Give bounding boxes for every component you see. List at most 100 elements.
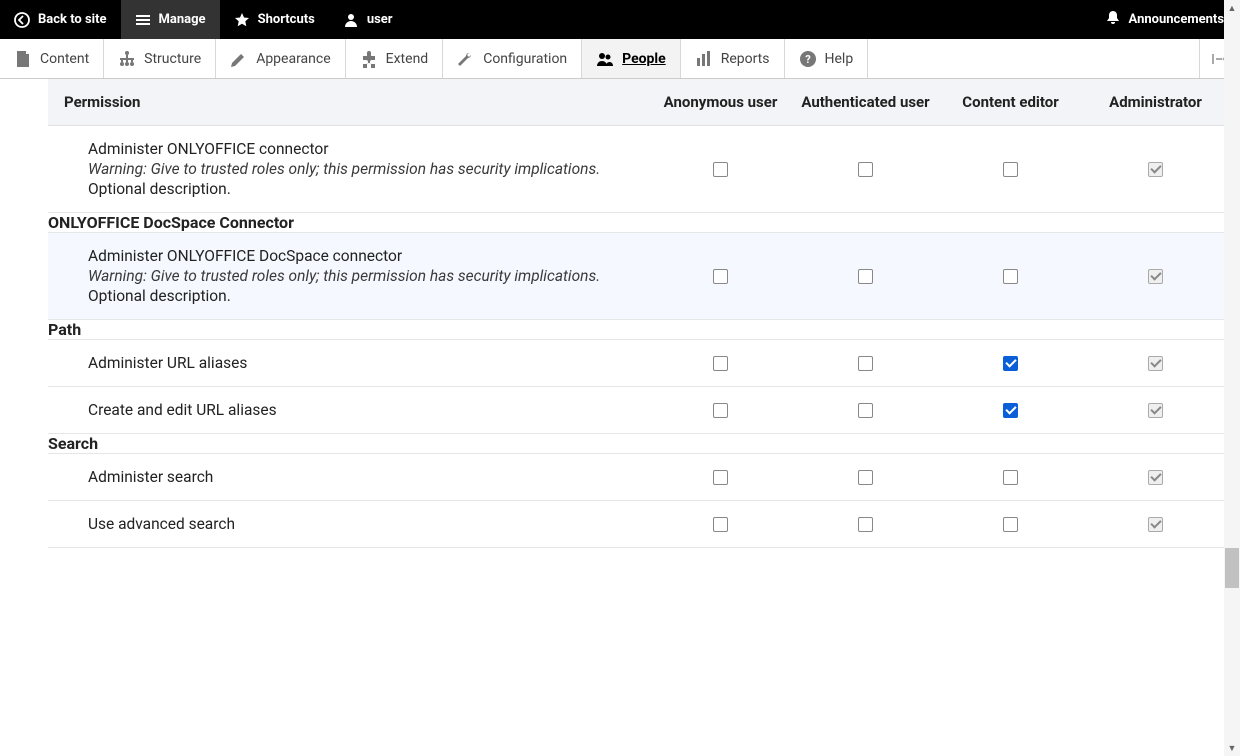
permission-title: Use advanced search [88, 515, 632, 533]
shortcuts-link[interactable]: Shortcuts [220, 0, 329, 39]
permission-checkbox[interactable] [858, 162, 873, 177]
menu-people-label: People [622, 51, 666, 67]
permission-checkbox[interactable] [713, 517, 728, 532]
permission-row: Administer URL aliases [48, 340, 1228, 387]
checkbox-cell [938, 126, 1083, 213]
permission-checkbox [1148, 517, 1163, 532]
permission-description: Optional description. [88, 180, 632, 198]
permission-checkbox[interactable] [858, 470, 873, 485]
permission-title: Create and edit URL aliases [88, 401, 632, 419]
group-title: Path [48, 320, 1228, 340]
permission-row: Administer ONLYOFFICE connectorWarning: … [48, 126, 1228, 213]
th-permission: Permission [48, 79, 648, 126]
permission-group-row: Search [48, 434, 1228, 454]
permission-checkbox [1148, 470, 1163, 485]
people-icon [596, 50, 614, 68]
permissions-table: Permission Anonymous user Authenticated … [48, 79, 1228, 548]
checkbox-cell [1083, 454, 1228, 501]
checkbox-cell [938, 387, 1083, 434]
checkbox-cell [648, 387, 793, 434]
top-toolbar: Back to site Manage Shortcuts user Annou… [0, 0, 1240, 39]
checkbox-cell [938, 340, 1083, 387]
permission-checkbox[interactable] [713, 470, 728, 485]
configuration-icon [457, 50, 475, 68]
menu-reports-label: Reports [721, 51, 770, 67]
permission-description: Optional description. [88, 287, 632, 305]
menu-reports[interactable]: Reports [681, 39, 785, 78]
menu-appearance[interactable]: Appearance [216, 39, 345, 78]
scroll-down-arrow-icon[interactable]: ▼ [1224, 740, 1240, 756]
checkbox-cell [1083, 387, 1228, 434]
permission-checkbox[interactable] [858, 403, 873, 418]
reports-icon [695, 50, 713, 68]
permission-checkbox[interactable] [858, 517, 873, 532]
permission-checkbox[interactable] [858, 269, 873, 284]
scrollbar-thumb[interactable] [1225, 548, 1239, 588]
permission-checkbox [1148, 356, 1163, 371]
permission-row: Create and edit URL aliases [48, 387, 1228, 434]
permission-row: Administer ONLYOFFICE DocSpace connector… [48, 233, 1228, 320]
menu-people[interactable]: People [582, 39, 681, 78]
permission-checkbox[interactable] [1003, 470, 1018, 485]
permission-title: Administer URL aliases [88, 354, 632, 372]
admin-menu: Content Structure Appearance Extend Conf… [0, 39, 1240, 79]
menu-configuration[interactable]: Configuration [443, 39, 582, 78]
th-authenticated: Authenticated user [793, 79, 938, 126]
checkbox-cell [648, 126, 793, 213]
permission-checkbox[interactable] [1003, 356, 1018, 371]
announcements-link[interactable]: Announcements [1089, 0, 1240, 39]
bell-icon [1105, 10, 1121, 30]
permission-checkbox[interactable] [1003, 162, 1018, 177]
checkbox-cell [648, 340, 793, 387]
structure-icon [118, 50, 136, 68]
permission-checkbox[interactable] [713, 356, 728, 371]
checkbox-cell [1083, 233, 1228, 320]
menu-structure[interactable]: Structure [104, 39, 216, 78]
menu-content[interactable]: Content [0, 39, 104, 78]
permission-group-row: ONLYOFFICE DocSpace Connector [48, 213, 1228, 233]
help-icon: ? [799, 50, 817, 68]
checkbox-cell [648, 501, 793, 548]
permission-checkbox[interactable] [1003, 403, 1018, 418]
permission-checkbox[interactable] [1003, 517, 1018, 532]
permission-checkbox[interactable] [713, 162, 728, 177]
checkbox-cell [648, 233, 793, 320]
permission-checkbox[interactable] [713, 269, 728, 284]
manage-link[interactable]: Manage [121, 0, 220, 39]
menu-help[interactable]: ? Help [785, 39, 869, 78]
user-label: user [367, 12, 393, 27]
permission-checkbox[interactable] [1003, 269, 1018, 284]
permission-checkbox [1148, 269, 1163, 284]
th-admin: Administrator [1083, 79, 1228, 126]
announcements-label: Announcements [1129, 12, 1224, 27]
checkbox-cell [648, 454, 793, 501]
scroll-up-arrow-icon[interactable]: ▲ [1224, 0, 1240, 16]
svg-text:?: ? [805, 53, 811, 66]
hamburger-icon [135, 12, 151, 28]
checkbox-cell [793, 233, 938, 320]
permissions-header-row: Permission Anonymous user Authenticated … [48, 79, 1228, 126]
permission-group-row: Path [48, 320, 1228, 340]
permission-warning: Warning: Give to trusted roles only; thi… [88, 267, 632, 285]
permission-checkbox [1148, 162, 1163, 177]
menu-extend-label: Extend [386, 51, 429, 67]
checkbox-cell [1083, 501, 1228, 548]
permission-checkbox[interactable] [858, 356, 873, 371]
menu-appearance-label: Appearance [256, 51, 330, 67]
menu-extend[interactable]: Extend [346, 39, 444, 78]
permission-title: Administer search [88, 468, 632, 486]
checkbox-cell [1083, 340, 1228, 387]
permission-title: Administer ONLYOFFICE connector [88, 140, 632, 158]
group-title: ONLYOFFICE DocSpace Connector [48, 213, 1228, 233]
scrollbar[interactable]: ▲ ▼ [1224, 0, 1240, 756]
menu-content-label: Content [40, 51, 89, 67]
checkbox-cell [938, 454, 1083, 501]
back-to-site-link[interactable]: Back to site [0, 0, 121, 39]
star-icon [234, 12, 250, 28]
extend-icon [360, 50, 378, 68]
group-title: Search [48, 434, 1228, 454]
th-anonymous: Anonymous user [648, 79, 793, 126]
user-link[interactable]: user [329, 0, 407, 39]
permission-checkbox[interactable] [713, 403, 728, 418]
checkbox-cell [938, 233, 1083, 320]
